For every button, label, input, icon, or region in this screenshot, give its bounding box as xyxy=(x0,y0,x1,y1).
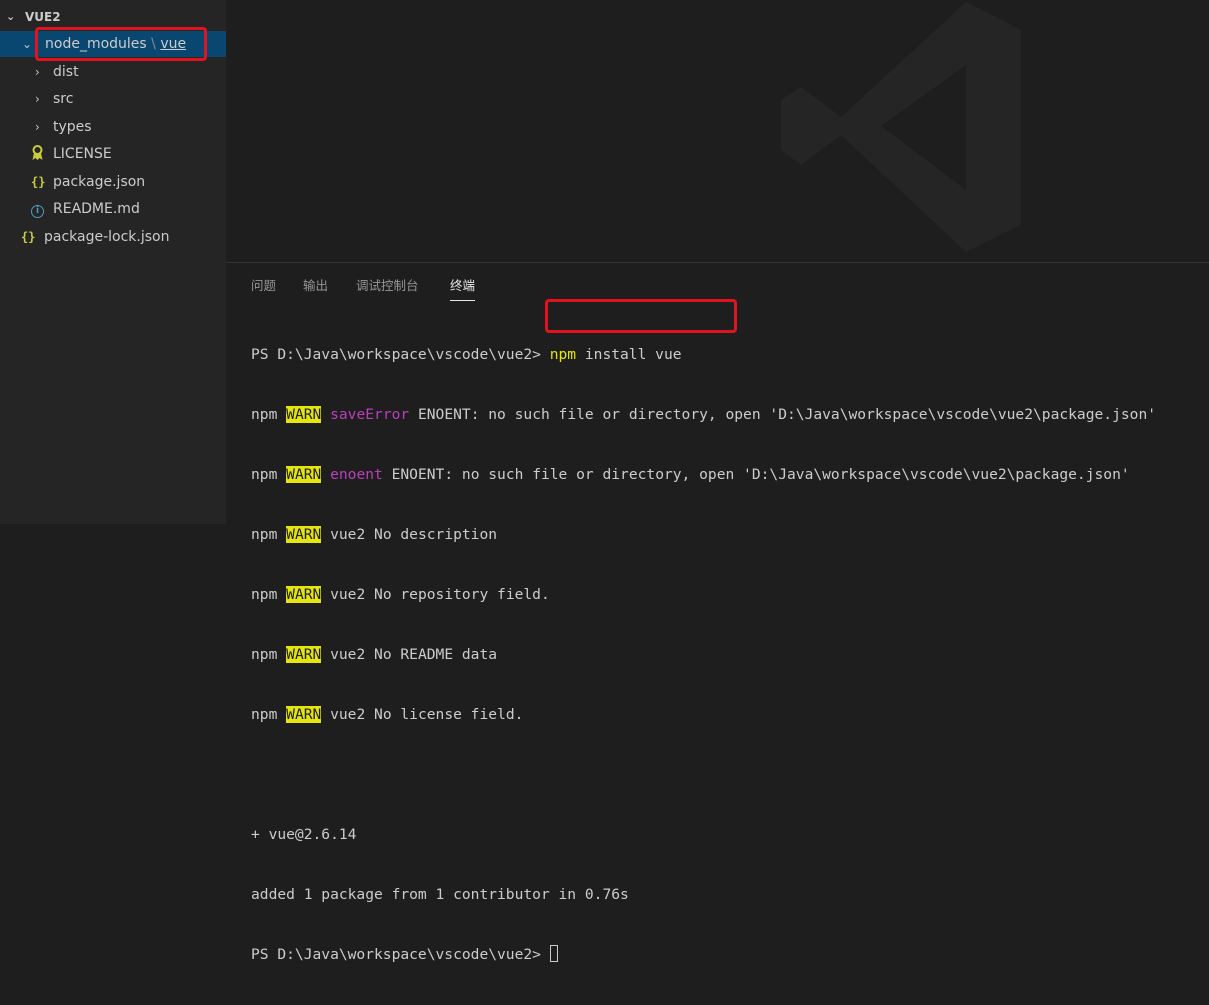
tree-item-src[interactable]: › src xyxy=(0,86,226,112)
file-label: LICENSE xyxy=(53,146,112,162)
error-tag: saveError xyxy=(330,406,410,423)
info-icon: i xyxy=(31,196,44,222)
line-text: vue2 No README data xyxy=(321,646,498,663)
vscode-watermark-icon xyxy=(781,2,1021,252)
terminal-line: npm WARN vue2 No repository field. xyxy=(251,585,1201,605)
folder-label: src xyxy=(53,91,74,107)
error-tag: enoent xyxy=(330,466,383,483)
folder-label: types xyxy=(53,119,92,135)
tab-problems[interactable]: 问题 xyxy=(251,276,276,300)
terminal-line: npm WARN vue2 No description xyxy=(251,525,1201,545)
json-file-icon: {} xyxy=(21,230,36,244)
line-text: vue2 No repository field. xyxy=(321,586,550,603)
chevron-right-icon: › xyxy=(35,92,40,106)
warn-badge: WARN xyxy=(286,466,322,483)
highlight-annotation-box xyxy=(545,299,737,333)
chevron-right-icon: › xyxy=(35,120,40,134)
file-label: README.md xyxy=(53,201,140,217)
terminal-cursor xyxy=(549,945,558,962)
explorer-sidebar: ⌄ VUE2 ⌄ node_modules \ vue › dist › src… xyxy=(0,0,226,524)
terminal-line: added 1 package from 1 contributor in 0.… xyxy=(251,885,1201,905)
chevron-down-icon: ⌄ xyxy=(6,10,16,23)
terminal-line: npm WARN enoent ENOENT: no such file or … xyxy=(251,465,1201,485)
warn-badge: WARN xyxy=(286,406,322,423)
terminal-prompt: PS D:\Java\workspace\vscode\vue2> xyxy=(251,346,550,363)
folder-label: dist xyxy=(53,64,79,80)
terminal-line: PS D:\Java\workspace\vscode\vue2> npm in… xyxy=(251,345,1201,365)
npm-prefix: npm xyxy=(251,646,287,663)
tree-item-package-lock-json[interactable]: {} package-lock.json xyxy=(0,224,226,250)
installed-package: + vue@2.6.14 xyxy=(251,826,357,843)
terminal-line: npm WARN saveError ENOENT: no such file … xyxy=(251,405,1201,425)
tree-item-dist[interactable]: › dist xyxy=(0,59,226,85)
npm-prefix: npm xyxy=(251,466,287,483)
explorer-root-label: VUE2 xyxy=(25,10,61,24)
npm-prefix: npm xyxy=(251,706,287,723)
terminal-line: npm WARN vue2 No license field. xyxy=(251,705,1201,725)
terminal-prompt: PS D:\Java\workspace\vscode\vue2> xyxy=(251,946,550,963)
tree-item-readme[interactable]: i README.md xyxy=(0,196,226,222)
line-text: ENOENT: no such file or directory, open … xyxy=(382,466,1130,483)
terminal-command-npm: npm xyxy=(549,346,577,363)
line-text: vue2 No description xyxy=(321,526,498,543)
file-label: package-lock.json xyxy=(44,229,170,245)
chevron-down-icon: ⌄ xyxy=(22,37,33,51)
tab-terminal[interactable]: 终端 xyxy=(450,276,476,301)
line-text: ENOENT: no such file or directory, open … xyxy=(409,406,1157,423)
json-file-icon: {} xyxy=(31,175,46,189)
tree-item-license[interactable]: LICENSE xyxy=(0,141,226,167)
terminal-command-args: install vue xyxy=(576,346,682,363)
npm-prefix: npm xyxy=(251,586,287,603)
terminal-line: + vue@2.6.14 xyxy=(251,825,1201,845)
install-summary: added 1 package from 1 contributor in 0.… xyxy=(251,886,629,903)
warn-badge: WARN xyxy=(286,706,322,723)
tree-item-package-json[interactable]: {} package.json xyxy=(0,169,226,195)
file-label: package.json xyxy=(53,174,146,190)
line-text: vue2 No license field. xyxy=(321,706,524,723)
highlight-annotation-box xyxy=(35,27,207,61)
terminal-line: PS D:\Java\workspace\vscode\vue2> xyxy=(251,945,1201,965)
npm-prefix: npm xyxy=(251,406,287,423)
npm-prefix: npm xyxy=(251,526,287,543)
tab-debug-console[interactable]: 调试控制台 xyxy=(356,276,419,300)
tab-output[interactable]: 输出 xyxy=(303,276,328,300)
warn-badge: WARN xyxy=(286,646,322,663)
explorer-root-header[interactable]: ⌄ VUE2 xyxy=(0,6,226,28)
license-icon xyxy=(31,141,44,167)
warn-badge: WARN xyxy=(286,526,322,543)
terminal-line: npm WARN vue2 No README data xyxy=(251,645,1201,665)
chevron-right-icon: › xyxy=(35,65,40,79)
editor-area xyxy=(226,0,1209,262)
warn-badge: WARN xyxy=(286,586,322,603)
bottom-panel: 问题 输出 调试控制台 终端 PS D:\Java\workspace\vsco… xyxy=(226,262,1209,963)
tree-item-types[interactable]: › types xyxy=(0,114,226,140)
terminal-output[interactable]: PS D:\Java\workspace\vscode\vue2> npm in… xyxy=(251,305,1201,1005)
